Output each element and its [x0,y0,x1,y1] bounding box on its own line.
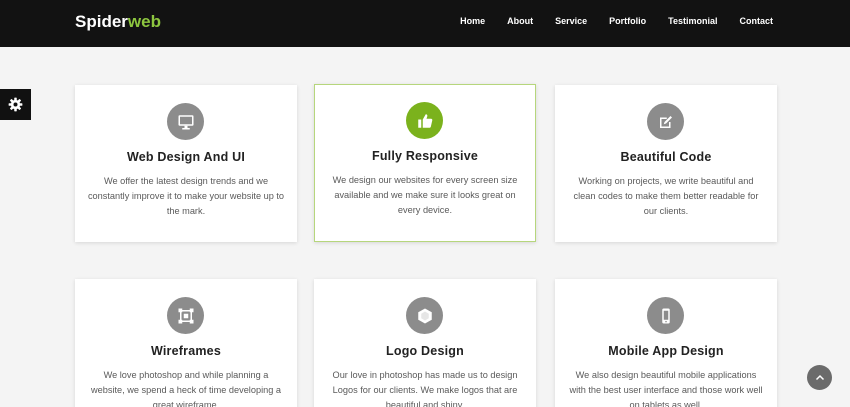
logo-accent-text: web [127,12,161,31]
nav-contact-link[interactable]: Contact [740,16,774,26]
service-title: Wireframes [151,344,221,358]
service-icon-circle [647,103,684,140]
service-icon-circle [167,103,204,140]
service-title: Web Design And UI [127,150,245,164]
service-title: Beautiful Code [620,150,712,164]
service-description: Working on projects, we write beautiful … [573,176,759,216]
mobile-icon [661,308,670,323]
logo-text: Spider [75,12,128,31]
service-title: Mobile App Design [608,344,724,358]
service-icon-circle [167,297,204,334]
service-card-active: Fully Responsive We design our websites … [314,84,536,242]
service-card: Wireframes We love photoshop and while p… [75,279,297,407]
service-card: Beautiful Code Working on projects, we w… [555,85,777,242]
settings-toggle[interactable] [0,89,31,120]
site-logo[interactable]: Spiderweb [75,12,161,32]
service-description: We love photoshop and while planning a w… [91,370,281,407]
nav-portfolio-link[interactable]: Portfolio [609,16,646,26]
nav-about-link[interactable]: About [507,16,533,26]
service-description: We design our websites for every screen … [332,175,518,215]
nav-service-link[interactable]: Service [555,16,587,26]
service-description: Our love in photoshop has made us to des… [332,370,518,407]
service-card: Web Design And UI We offer the latest de… [75,85,297,242]
service-title: Logo Design [386,344,464,358]
monitor-icon [178,114,193,129]
main-nav: Home About Service Portfolio Testimonial… [438,16,773,26]
chevron-up-icon [815,374,824,380]
thumbs-up-icon [417,113,432,128]
service-icon-circle [647,297,684,334]
service-icon-circle [406,102,443,139]
hexagon-icon [417,308,432,323]
gear-icon [8,97,23,112]
service-icon-circle [406,297,443,334]
service-description: We also design beautiful mobile applicat… [569,370,763,407]
service-card: Logo Design Our love in photoshop has ma… [314,279,536,407]
scroll-to-top-button[interactable] [807,365,832,390]
edit-icon [659,115,672,128]
service-description: We offer the latest design trends and we… [87,176,285,216]
service-title: Fully Responsive [371,149,478,163]
nav-testimonial-link[interactable]: Testimonial [668,16,717,26]
navbar: Spiderweb Home About Service Portfolio T… [0,0,850,47]
service-card: Mobile App Design We also design beautif… [555,279,777,407]
nav-home-link[interactable]: Home [460,16,485,26]
wireframe-icon [178,308,193,323]
